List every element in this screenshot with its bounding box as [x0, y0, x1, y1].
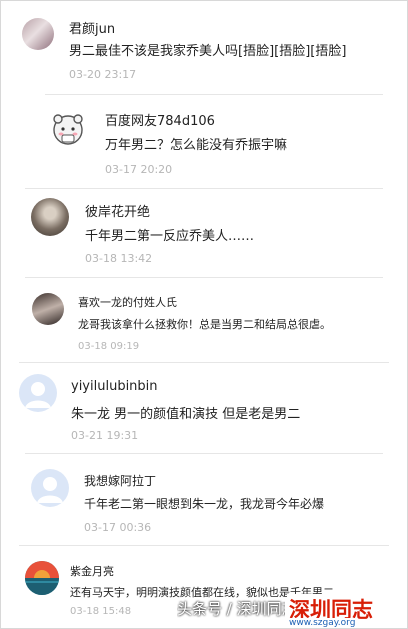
- divider: [25, 453, 383, 454]
- divider: [25, 188, 383, 189]
- divider: [45, 94, 383, 95]
- comment-time: 03-21 19:31: [71, 429, 139, 442]
- comment-feed: 君颜jun 男二最佳不该是我家乔美人吗[捂脸][捂脸][捂脸] 03-20 23…: [0, 0, 408, 629]
- user-avatar[interactable]: [22, 18, 54, 50]
- divider: [19, 362, 389, 363]
- user-name[interactable]: 喜欢一龙的付姓人氏: [78, 294, 177, 310]
- comment-text: 千年男二第一反应乔美人……: [85, 229, 255, 244]
- default-person-icon: [25, 382, 51, 408]
- cartoon-bear-icon: [53, 114, 83, 145]
- comment-text: 男二最佳不该是我家乔美人吗[捂脸][捂脸][捂脸]: [69, 44, 347, 59]
- comment-time: 03-18 13:42: [85, 252, 153, 265]
- comment-time: 03-17 00:36: [84, 521, 152, 534]
- watermark: 头条号 / 深圳同志 深圳同志 www.szgay.org: [177, 594, 407, 628]
- user-name[interactable]: yiyilulubinbin: [71, 379, 158, 394]
- user-name[interactable]: 紫金月亮: [70, 563, 114, 579]
- comment-text: 千年老二第一眼想到朱一龙，我龙哥今年必爆: [84, 497, 325, 511]
- user-avatar[interactable]: [32, 293, 64, 325]
- comment-text: 万年男二？怎么能没有乔振宇嘛: [105, 138, 288, 153]
- divider: [19, 545, 389, 546]
- sunset-avatar-icon: [25, 561, 59, 595]
- user-avatar[interactable]: [19, 374, 57, 412]
- comment-text: 龙哥我该拿什么拯救你！总是当男二和结局总很虐。: [78, 318, 331, 331]
- user-avatar[interactable]: [25, 561, 59, 595]
- comment-time: 03-20 23:17: [69, 68, 137, 81]
- watermark-url: www.szgay.org: [289, 618, 356, 628]
- comment-time: 03-18 09:19: [78, 341, 140, 352]
- user-name[interactable]: 君颜jun: [69, 18, 115, 37]
- user-name[interactable]: 百度网友784d106: [105, 110, 215, 129]
- user-avatar[interactable]: [31, 469, 69, 507]
- user-avatar[interactable]: [31, 198, 69, 236]
- watermark-source: 头条号 / 深圳同志: [177, 600, 285, 618]
- comment-time: 03-18 15:48: [70, 606, 132, 617]
- user-name[interactable]: 彼岸花开绝: [85, 201, 150, 220]
- user-name[interactable]: 我想嫁阿拉丁: [84, 472, 156, 489]
- comment-text: 朱一龙 男一的颜值和演技 但是老是男二: [71, 407, 301, 422]
- comment-time: 03-17 20:20: [105, 163, 173, 176]
- default-person-icon: [37, 477, 63, 503]
- divider: [25, 277, 383, 278]
- user-avatar[interactable]: [49, 110, 87, 148]
